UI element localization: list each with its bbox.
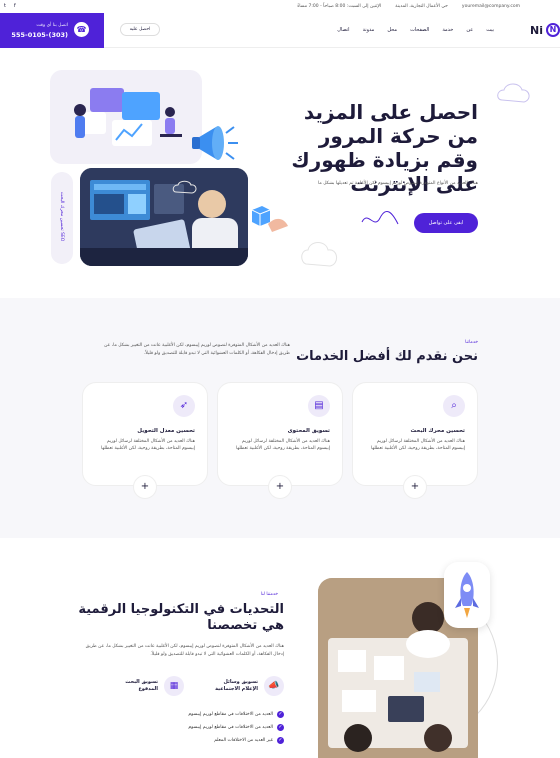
checklist: ✓ العديد من الاختلافات في مقاطع لوريم إيب… — [188, 711, 284, 750]
main-nav: N Ni بيت عن خدمة الصفحات محل مدونة اتصال… — [104, 13, 560, 48]
hero-illustration — [50, 70, 202, 164]
services-description: هناك العديد من الأشكال المتوفرة لنصوص لو… — [104, 343, 290, 356]
megaphone-icon: 📣 — [264, 676, 284, 696]
logo[interactable]: N Ni — [530, 23, 560, 37]
email-text[interactable]: youremail@company.com — [462, 4, 520, 9]
list-item: ✓ العديد من الاختلافات في مقاطع لوريم إيب… — [188, 724, 284, 731]
call-number[interactable]: 555-0105-(303) — [11, 31, 68, 39]
search-icon: ⌕ — [443, 395, 465, 417]
hero-description: هناك العديد من الأنواع المتوفرة لنصوص لو… — [318, 181, 478, 186]
logo-mark-icon: N — [546, 23, 560, 37]
hours-text: الإثنين إلى السبت: 8:00 صباحاً - 7:00 مس… — [297, 4, 382, 9]
service-card-title: تحسين معدل التحويل — [137, 428, 195, 434]
check-icon: ✓ — [277, 724, 284, 731]
check-icon: ✓ — [277, 711, 284, 718]
seo-side-badge: SEO تحسين محرك البحث — [51, 172, 73, 264]
rocket-icon: ➶ — [173, 395, 195, 417]
challenges-kicker: خدمتنا لنا — [260, 592, 278, 597]
feature-label: تسويق وسائل الإعلام الاجتماعية — [215, 679, 258, 692]
nav-item-about[interactable]: عن — [466, 27, 473, 33]
cloud-doodle-icon — [301, 242, 337, 267]
check-icon: ✓ — [277, 737, 284, 744]
services-section: خدماتنا نحن نقدم لك أفضل الخدمات هناك ال… — [0, 298, 560, 538]
service-card-desc: هناك العديد من الأشكال المختلفة لرسائل ل… — [235, 439, 330, 451]
challenges-description: هناك العديد من الأشكال المتوفرة لنصوص لو… — [85, 644, 284, 657]
nav-item-service[interactable]: خدمة — [442, 27, 453, 33]
phone-icon: ☎ — [74, 22, 89, 37]
hero-photo — [80, 168, 248, 266]
rocket-badge — [444, 562, 490, 628]
hand-cube-icon — [251, 206, 288, 232]
service-card-title: تسويق المحتوى — [287, 428, 330, 434]
service-card-title: تحسين محرك البحث — [410, 428, 465, 434]
facebook-icon[interactable]: f — [14, 3, 16, 9]
rocket-icon — [455, 572, 479, 618]
feature-social-media: 📣 تسويق وسائل الإعلام الاجتماعية — [206, 676, 284, 696]
top-bar: youremail@company.com حي الأعمال التجاري… — [0, 0, 560, 13]
address-text: حي الأعمال التجارية، المدينة — [395, 4, 448, 9]
service-card-desc: هناك العديد من الأشكال المختلفة لرسائل ل… — [100, 439, 195, 451]
service-card[interactable]: ▤ تسويق المحتوى هناك العديد من الأشكال ا… — [217, 382, 343, 499]
squiggle-doodle-icon — [361, 210, 399, 225]
call-box[interactable]: ☎ اتصل بنا أي وقت 555-0105-(303) — [0, 13, 104, 48]
service-card[interactable]: ➶ تحسين معدل التحويل هناك العديد من الأش… — [82, 382, 208, 499]
contact-info: youremail@company.com حي الأعمال التجاري… — [297, 4, 520, 9]
call-label: اتصل بنا أي وقت — [36, 23, 68, 28]
services-kicker: خدماتنا — [465, 340, 478, 345]
feature-paid-search: ▦ تسويق البحث المدفوع — [106, 676, 184, 696]
nav-item-contact[interactable]: اتصال — [337, 27, 349, 33]
challenges-title: التحديات في التكنولوجيا الرقمية هي تخصصن… — [78, 602, 284, 633]
nav-item-home[interactable]: بيت — [486, 27, 494, 33]
social-links: f t — [4, 3, 16, 9]
nav-item-pages[interactable]: الصفحات — [410, 27, 429, 33]
nav-menu: بيت عن خدمة الصفحات محل مدونة اتصال — [337, 27, 494, 33]
nav-item-shop[interactable]: محل — [387, 27, 397, 33]
logo-text: Ni — [530, 23, 543, 37]
expand-button[interactable]: + — [403, 475, 427, 499]
document-icon: ▤ — [308, 395, 330, 417]
service-card[interactable]: ⌕ تحسين محرك البحث هناك العديد من الأشكا… — [352, 382, 478, 499]
expand-button[interactable]: + — [268, 475, 292, 499]
get-it-button[interactable]: احصل عليه — [120, 23, 160, 36]
feature-label: تسويق البحث المدفوع — [125, 679, 158, 692]
services-title: نحن نقدم لك أفضل الخدمات — [296, 349, 478, 364]
seo-badge-text: SEO تحسين محرك البحث — [59, 192, 64, 242]
cloud-doodle-icon — [497, 83, 530, 103]
chart-icon: ▦ — [164, 676, 184, 696]
expand-button[interactable]: + — [133, 475, 157, 499]
list-item: ✓ غير العديد من الاختلافات المعلم — [214, 737, 284, 744]
nav-item-blog[interactable]: مدونة — [363, 27, 375, 33]
list-item: ✓ العديد من الاختلافات في مقاطع لوريم إيب… — [188, 711, 284, 718]
contact-button[interactable]: ابقى على تواصل — [414, 213, 478, 233]
cloud-doodle-icon — [172, 180, 197, 194]
twitter-icon[interactable]: t — [4, 3, 6, 9]
service-card-desc: هناك العديد من الأشكال المختلفة لرسائل ل… — [370, 439, 465, 451]
megaphone-icon — [192, 126, 238, 160]
